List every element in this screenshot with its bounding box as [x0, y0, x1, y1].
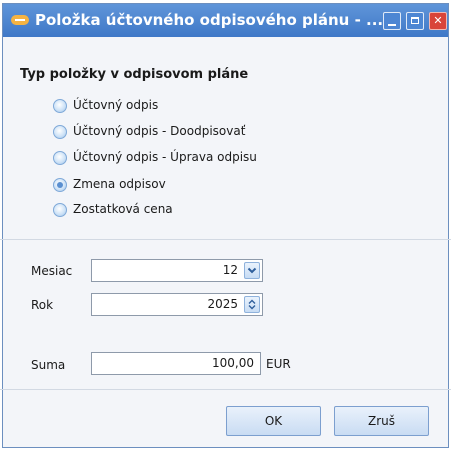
sum-label: Suma [31, 358, 66, 372]
window-title: Položka účtovného odpisového plánu - ... [35, 11, 384, 29]
app-icon [11, 15, 29, 25]
maximize-button[interactable] [406, 12, 424, 30]
divider [0, 389, 451, 390]
radio-button-selected[interactable] [53, 178, 67, 192]
sum-value: 100,00 [212, 356, 254, 370]
divider [0, 239, 451, 240]
radio-label: Účtovný odpis [73, 98, 159, 112]
cancel-button[interactable]: Zruš [334, 406, 429, 436]
currency-label: EUR [266, 357, 291, 371]
radio-label: Účtovný odpis - Úprava odpisu [73, 150, 257, 164]
radio-button[interactable] [53, 151, 67, 165]
close-button[interactable]: ✕ [429, 12, 447, 30]
radio-label: Zostatková cena [73, 202, 173, 216]
month-value: 12 [222, 263, 238, 277]
year-stepper[interactable]: 2025 [91, 293, 263, 316]
radio-label: Účtovný odpis - Doodpisovať [73, 124, 246, 138]
radio-button[interactable] [53, 203, 67, 217]
radio-label: Zmena odpisov [73, 177, 166, 191]
radio-button[interactable] [53, 99, 67, 113]
minimize-icon [388, 24, 396, 26]
radio-button[interactable] [53, 125, 67, 139]
title-bar[interactable]: Položka účtovného odpisového plánu - ...… [3, 4, 448, 37]
year-label: Rok [31, 298, 54, 312]
year-value: 2025 [207, 297, 238, 311]
spinner-button[interactable] [244, 296, 260, 313]
month-dropdown[interactable]: 12 [91, 259, 263, 282]
ok-button[interactable]: OK [226, 406, 321, 436]
sum-input[interactable]: 100,00 [91, 352, 261, 375]
close-icon: ✕ [433, 14, 443, 27]
spinner-icon [248, 299, 256, 310]
month-label: Mesiac [31, 264, 73, 278]
dropdown-button[interactable] [244, 262, 260, 279]
group-title: Typ položky v odpisovom pláne [20, 67, 249, 82]
maximize-icon [411, 17, 419, 24]
chevron-down-icon [247, 267, 257, 274]
minimize-button[interactable] [383, 12, 401, 30]
